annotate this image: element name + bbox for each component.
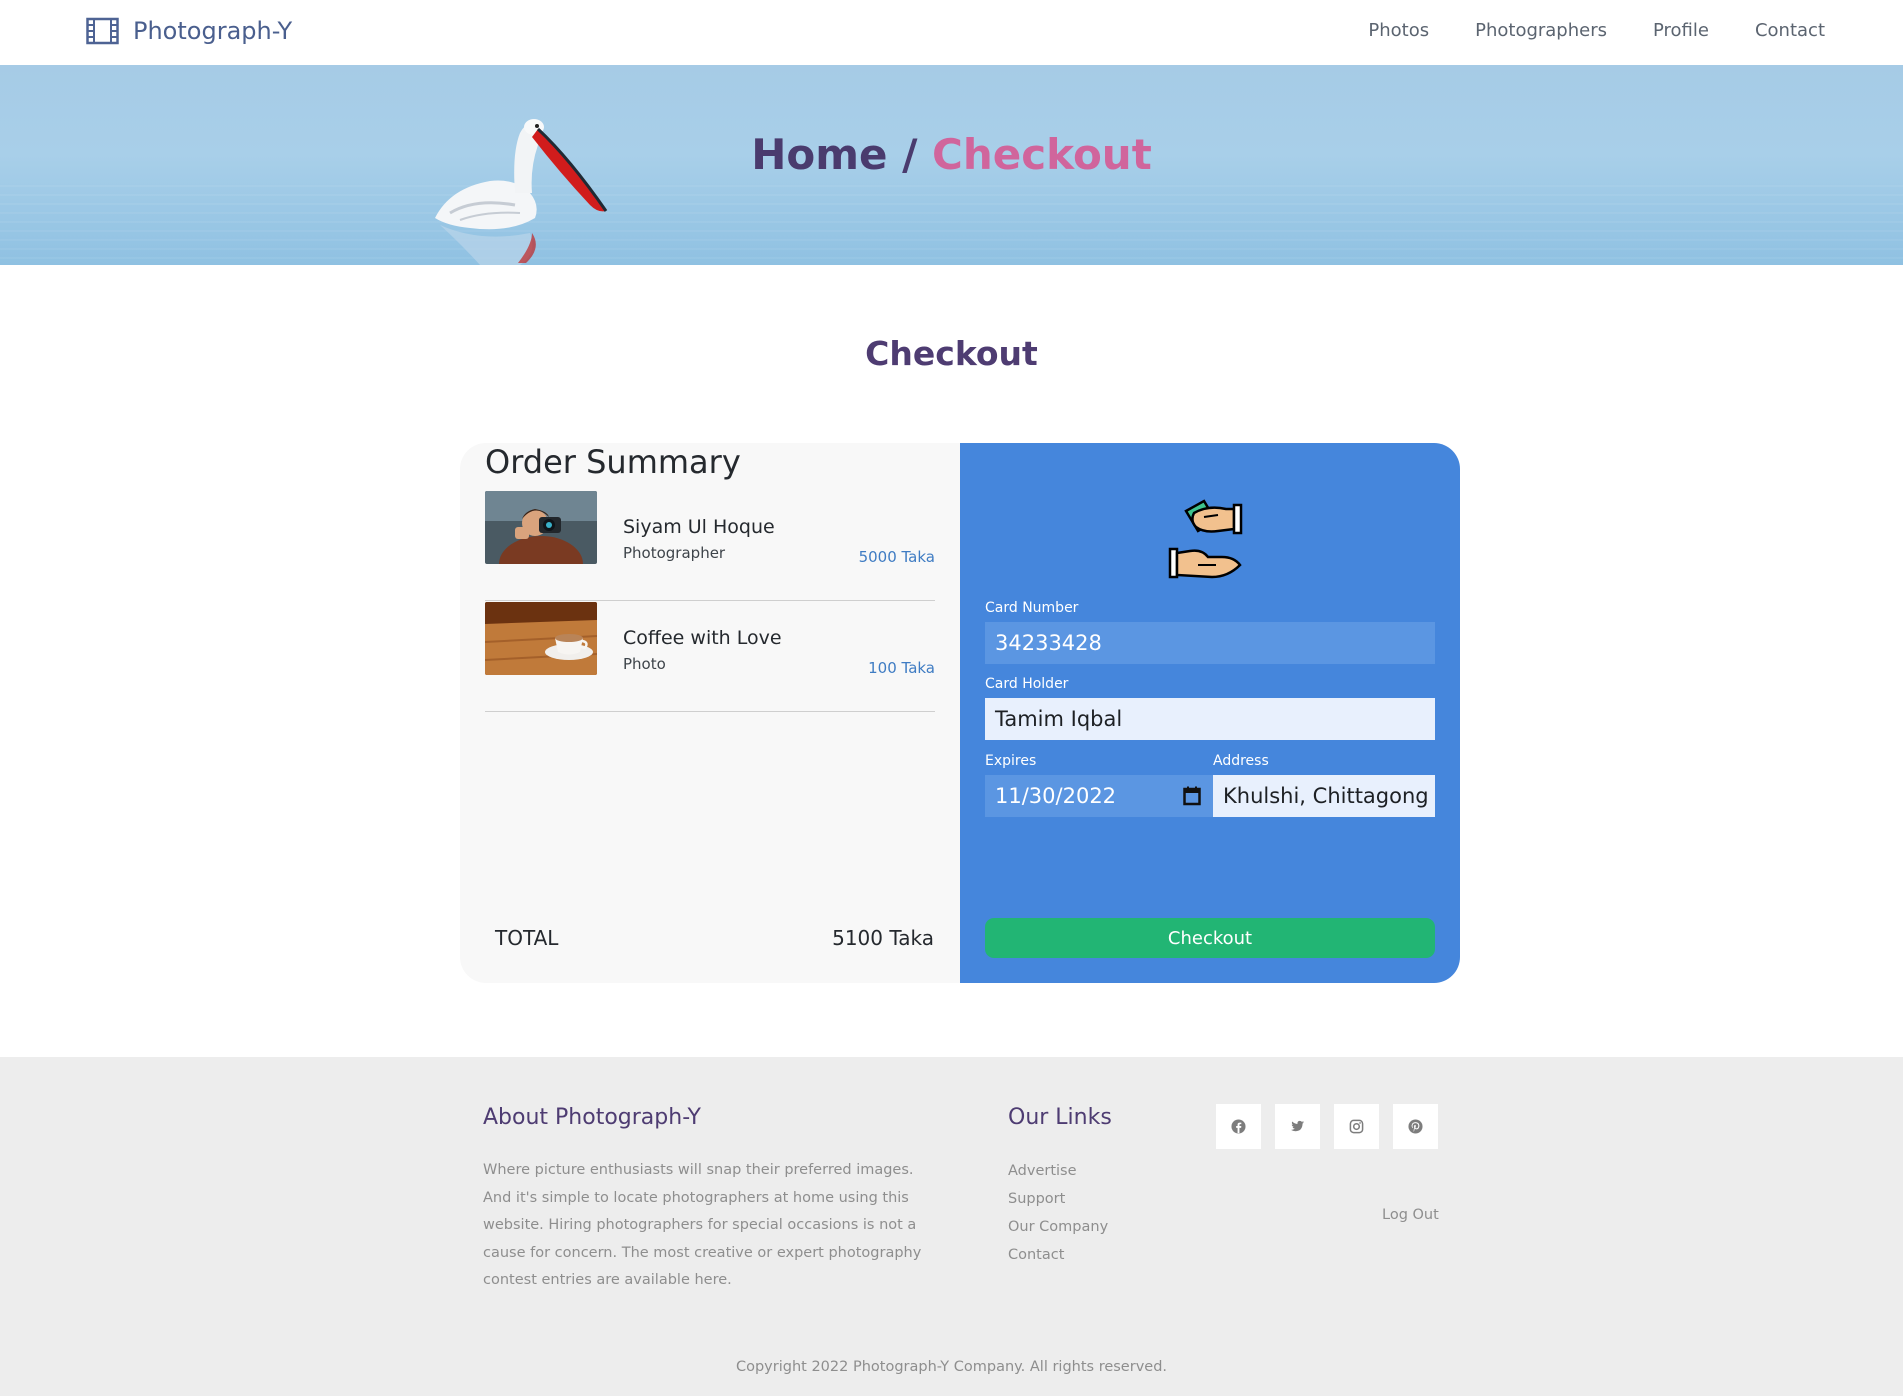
- hero-banner: Home / Checkout: [0, 65, 1903, 265]
- footer-links: Advertise Support Our Company Contact: [1008, 1157, 1108, 1269]
- instagram-icon: [1349, 1119, 1364, 1134]
- footer-link-contact[interactable]: Contact: [1008, 1241, 1108, 1269]
- list-item: Siyam Ul Hoque Photographer 5000 Taka: [485, 491, 935, 601]
- item-name: Coffee with Love: [623, 627, 782, 649]
- card-number-label: Card Number: [985, 600, 1079, 616]
- film-icon: [86, 17, 119, 45]
- water-ripple: [0, 185, 1903, 265]
- pinterest-icon: [1408, 1119, 1423, 1134]
- footer-link-our-company[interactable]: Our Company: [1008, 1213, 1108, 1241]
- item-name: Siyam Ul Hoque: [623, 516, 775, 538]
- item-price: 5000 Taka: [858, 548, 935, 566]
- footer-link-support[interactable]: Support: [1008, 1185, 1108, 1213]
- expires-label: Expires: [985, 753, 1037, 769]
- nav-links: Photos Photographers Profile Contact: [1368, 20, 1825, 41]
- page-title: Checkout: [865, 334, 1038, 373]
- address-field[interactable]: Khulshi, Chittagong: [1213, 775, 1435, 817]
- money-exchange-icon: [1168, 499, 1243, 579]
- nav-link-photographers[interactable]: Photographers: [1475, 20, 1607, 41]
- card-holder-label: Card Holder: [985, 676, 1069, 692]
- instagram-button[interactable]: [1334, 1104, 1379, 1149]
- expires-date-field[interactable]: 11/30/2022: [985, 775, 1213, 817]
- brand-link[interactable]: Photograph-Y: [86, 17, 292, 45]
- pelican-image: [435, 119, 608, 265]
- twitter-icon: [1290, 1120, 1305, 1132]
- pinterest-button[interactable]: [1393, 1104, 1438, 1149]
- breadcrumb-separator: /: [887, 130, 933, 179]
- footer: About Photograph-Y Where picture enthusi…: [0, 1057, 1903, 1396]
- total-value: 5100 Taka: [832, 926, 934, 950]
- links-title: Our Links: [1008, 1105, 1112, 1130]
- item-type: Photo: [623, 655, 666, 673]
- footer-link-advertise[interactable]: Advertise: [1008, 1157, 1108, 1185]
- logout-link[interactable]: Log Out: [1382, 1207, 1439, 1223]
- card-number-field[interactable]: 34233428: [985, 622, 1435, 664]
- order-summary-title: Order Summary: [485, 443, 741, 481]
- breadcrumb-current: Checkout: [932, 130, 1152, 179]
- item-price: 100 Taka: [868, 659, 935, 677]
- social-links: [1216, 1104, 1438, 1149]
- about-text: Where picture enthusiasts will snap thei…: [483, 1162, 922, 1288]
- nav-link-profile[interactable]: Profile: [1653, 20, 1709, 41]
- expires-value: 11/30/2022: [995, 784, 1117, 808]
- nav-link-photos[interactable]: Photos: [1368, 20, 1429, 41]
- breadcrumb: Home / Checkout: [0, 130, 1903, 179]
- brand-name: Photograph-Y: [133, 17, 293, 45]
- breadcrumb-home[interactable]: Home: [751, 130, 887, 179]
- card-holder-field[interactable]: Tamim Iqbal: [985, 698, 1435, 740]
- facebook-button[interactable]: [1216, 1104, 1261, 1149]
- twitter-button[interactable]: [1275, 1104, 1320, 1149]
- payment-panel: Card Number 34233428 Card Holder Tamim I…: [960, 443, 1460, 983]
- checkout-button[interactable]: Checkout: [985, 918, 1435, 958]
- address-label: Address: [1213, 753, 1269, 769]
- copyright: Copyright 2022 Photograph-Y Company. All…: [735, 1359, 1168, 1375]
- about-title: About Photograph-Y: [483, 1105, 701, 1130]
- item-type: Photographer: [623, 544, 726, 562]
- total-label: TOTAL: [495, 926, 559, 950]
- photographer-photo: [485, 491, 597, 564]
- checkout-card: Order Summary Siyam Ul Hoque Photographe…: [460, 443, 1460, 983]
- calendar-icon[interactable]: [1183, 786, 1201, 806]
- coffee-photo: [485, 602, 597, 675]
- facebook-icon: [1231, 1119, 1246, 1134]
- list-item: Coffee with Love Photo 100 Taka: [485, 602, 935, 712]
- navbar: Photograph-Y Photos Photographers Profil…: [0, 0, 1903, 65]
- nav-link-contact[interactable]: Contact: [1755, 20, 1825, 41]
- order-summary: Order Summary Siyam Ul Hoque Photographe…: [460, 443, 960, 983]
